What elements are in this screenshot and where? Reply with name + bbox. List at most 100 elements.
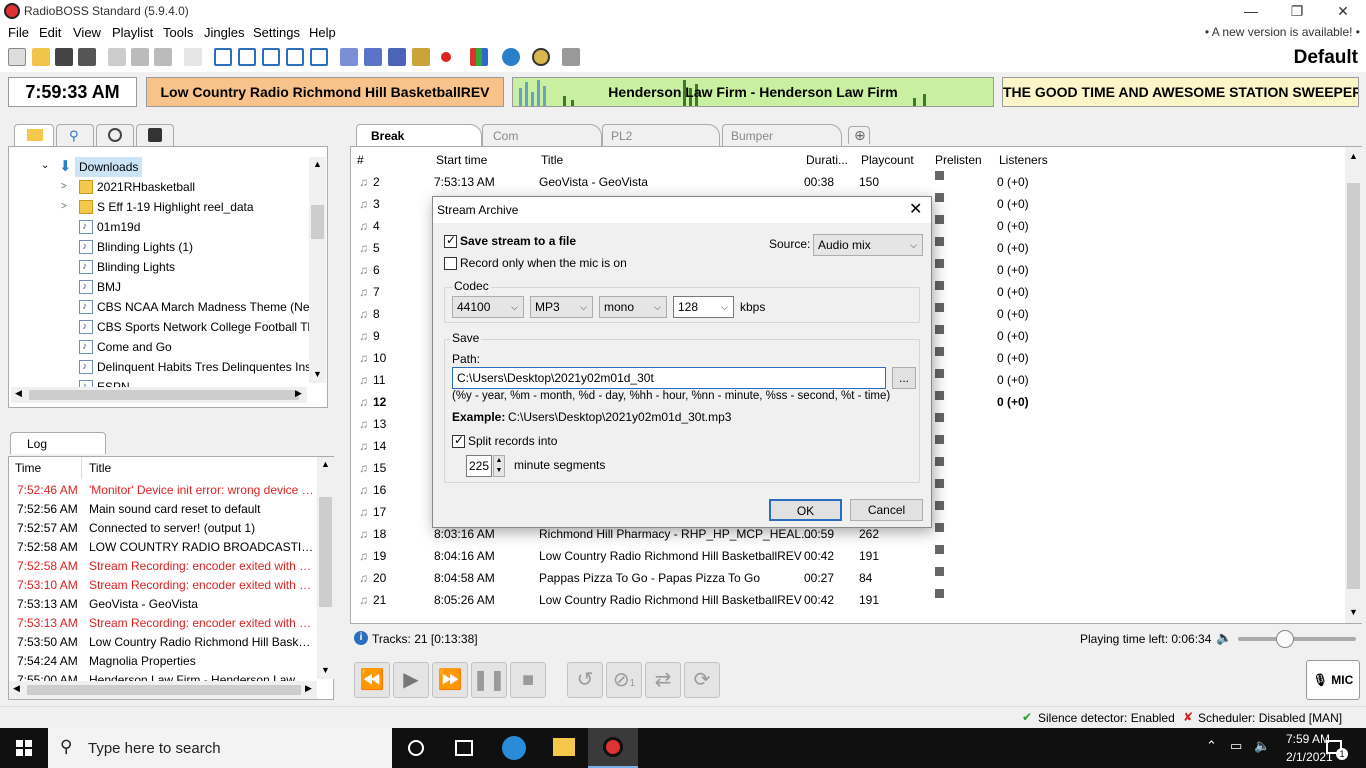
log-row[interactable]: 7:52:56 AM Main sound card reset to defau… — [9, 500, 319, 519]
previous-button[interactable]: ⏪ — [354, 662, 390, 698]
tab-apps[interactable] — [136, 124, 174, 146]
tab-folders[interactable] — [14, 124, 54, 146]
channels-select[interactable]: mono ⌵ — [599, 296, 667, 318]
restore-button[interactable]: ❐ — [1274, 0, 1320, 22]
repeat-button[interactable]: ↺ — [567, 662, 603, 698]
save-stream-checkbox[interactable] — [444, 233, 457, 248]
taskbar-search[interactable]: ⚲ Type here to search — [48, 728, 392, 768]
log-vscrollbar[interactable]: ▲ ▼ — [317, 457, 334, 679]
silence-detector-status[interactable]: Silence detector: Enabled — [1038, 711, 1175, 725]
now-playing[interactable]: Low Country Radio Richmond Hill Basketba… — [146, 77, 504, 107]
menu-file[interactable]: File — [8, 25, 29, 40]
playlist-row[interactable]: ♫ 21 8:05:26 AM Low Country Radio Richmond … — [351, 589, 1341, 611]
tab-break[interactable]: Break — [356, 124, 482, 146]
save-as-icon[interactable] — [78, 48, 96, 66]
layout-4-icon[interactable] — [286, 48, 304, 66]
open-folder-icon[interactable] — [32, 48, 50, 66]
log-row[interactable]: 7:53:10 AM Stream Recording: encoder exit… — [9, 576, 319, 595]
log-row[interactable]: 7:52:58 AM LOW COUNTRY RADIO BROADCASTING… — [9, 538, 319, 557]
menu-tools[interactable]: Tools — [163, 25, 193, 40]
tree-root[interactable]: ⌄ ⬇ Downloads — [9, 157, 309, 177]
save-icon[interactable] — [55, 48, 73, 66]
log-row[interactable]: 7:53:13 AM Stream Recording: encoder exit… — [9, 614, 319, 633]
playlist-vscrollbar[interactable]: ▲ ▼ — [1345, 147, 1362, 623]
paste-icon[interactable] — [154, 48, 172, 66]
layout-1-icon[interactable] — [214, 48, 232, 66]
record-mic-checkbox[interactable] — [444, 257, 457, 270]
tab-log[interactable]: Log — [10, 432, 106, 454]
tree-file[interactable]: Delinquent Habits Tres Delinquentes Inst — [9, 357, 309, 377]
add-tab-button[interactable]: ⊕ — [848, 126, 870, 144]
log-row[interactable]: 7:53:13 AM GeoVista - GeoVista — [9, 595, 319, 614]
layout-3-icon[interactable] — [262, 48, 280, 66]
dialog-close-icon[interactable]: ✕ — [909, 199, 922, 219]
pause-button[interactable]: ❚❚ — [471, 662, 507, 698]
tree-file[interactable]: 01m19d — [9, 217, 309, 237]
tree-file[interactable]: CBS Sports Network College Football Th — [9, 317, 309, 337]
scheduler-icon[interactable] — [412, 48, 430, 66]
file-explorer-icon[interactable] — [553, 738, 575, 756]
tree-file[interactable]: CBS NCAA March Madness Theme (New — [9, 297, 309, 317]
col-title[interactable]: Title — [541, 153, 563, 167]
mute-icon[interactable] — [562, 48, 580, 66]
browser-hscrollbar[interactable]: ◀ ▶ — [11, 387, 307, 403]
col-listeners[interactable]: Listeners — [999, 153, 1048, 167]
col-start-time[interactable]: Start time — [436, 153, 487, 167]
cut-icon[interactable] — [108, 48, 126, 66]
col-prelisten[interactable]: Prelisten — [935, 153, 982, 167]
undo-icon[interactable] — [184, 48, 202, 66]
tab-history[interactable] — [96, 124, 134, 146]
tree-folder[interactable]: > S Eff 1-19 Highlight reel_data — [9, 197, 309, 217]
browse-button[interactable]: ... — [892, 367, 916, 389]
task-view-icon[interactable] — [455, 740, 473, 756]
log-row[interactable]: 7:52:57 AM Connected to server! (output 1… — [9, 519, 319, 538]
tab-bumper[interactable]: Bumper — [722, 124, 842, 146]
tree-file[interactable]: BMJ — [9, 277, 309, 297]
network-icon[interactable]: ▭ — [1230, 738, 1242, 754]
col-number[interactable]: # — [357, 153, 364, 167]
copy-icon[interactable] — [131, 48, 149, 66]
volume-slider-knob[interactable] — [1276, 630, 1294, 648]
source-select[interactable]: Audio mix ⌵ — [813, 234, 923, 256]
edge-icon[interactable] — [502, 736, 526, 760]
windows-start-icon[interactable] — [16, 740, 32, 756]
tree-file[interactable]: Blinding Lights (1) — [9, 237, 309, 257]
sweeper-display[interactable]: THE GOOD TIME AND AWESOME STATION SWEEPE… — [1002, 77, 1359, 107]
ok-button[interactable]: OK — [769, 499, 842, 521]
internet-icon[interactable] — [502, 48, 520, 66]
volume-slider[interactable] — [1238, 637, 1356, 641]
log-col-title[interactable]: Title — [89, 461, 111, 475]
menu-playlist[interactable]: Playlist — [112, 25, 153, 40]
log-hscrollbar[interactable]: ◀ ▶ — [9, 681, 317, 699]
col-duration[interactable]: Durati... — [806, 153, 848, 167]
playlist-row[interactable]: ♫ 20 8:04:58 AM Pappas Pizza To Go - Papas … — [351, 567, 1341, 589]
add-track-icon[interactable] — [340, 48, 358, 66]
samplerate-select[interactable]: 44100 ⌵ — [452, 296, 524, 318]
loop-button[interactable]: ⟳ — [684, 662, 720, 698]
playlist-generator-icon[interactable] — [388, 48, 406, 66]
statistics-icon[interactable] — [470, 48, 488, 66]
new-file-icon[interactable] — [8, 48, 26, 66]
expand-arrow-icon[interactable]: > — [61, 177, 67, 197]
notifications-icon[interactable]: 1 — [1326, 740, 1348, 760]
tab-search[interactable]: ⚲ — [56, 124, 94, 146]
taskbar-time[interactable]: 7:59 AM — [1286, 732, 1330, 746]
playlist-row[interactable]: ♫ 19 8:04:16 AM Low Country Radio Richmond … — [351, 545, 1341, 567]
tab-pl2[interactable]: PL2 — [602, 124, 720, 146]
new-version-link[interactable]: • A new version is available! • — [1205, 25, 1360, 39]
tree-file[interactable]: Blinding Lights — [9, 257, 309, 277]
menu-view[interactable]: View — [73, 25, 101, 40]
menu-settings[interactable]: Settings — [253, 25, 300, 40]
split-records-checkbox[interactable] — [452, 433, 465, 448]
next-track[interactable]: Henderson Law Firm - Henderson Law Firm — [512, 77, 994, 107]
radioboss-taskbar-button[interactable] — [588, 728, 638, 768]
playlist-row[interactable]: ♫ 2 7:53:13 AM GeoVista - GeoVista 00:38 150 0… — [351, 171, 1341, 193]
path-input[interactable]: C:\Users\Desktop\2021y02m01d_30t — [452, 367, 886, 389]
col-playcount[interactable]: Playcount — [861, 153, 914, 167]
bitrate-select[interactable]: 128 ⌵ — [673, 296, 734, 318]
layout-2-icon[interactable] — [238, 48, 256, 66]
record-icon[interactable] — [441, 52, 451, 62]
split-minutes-input[interactable]: 225 — [466, 455, 492, 477]
layout-5-icon[interactable] — [310, 48, 328, 66]
mic-button[interactable]: 🎙 MIC — [1306, 660, 1360, 700]
